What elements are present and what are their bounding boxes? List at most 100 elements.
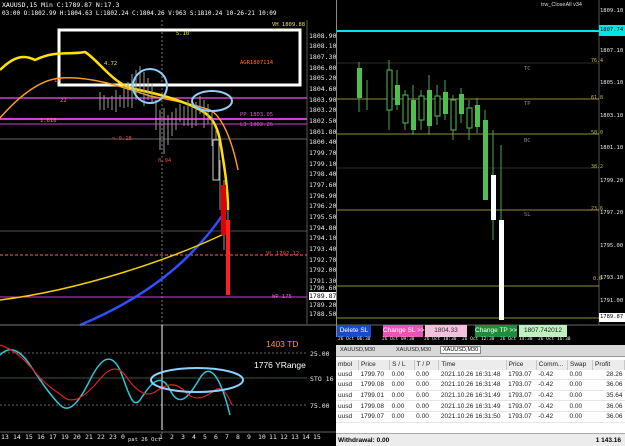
price-tick: 1788.50 (309, 310, 336, 318)
time-tick: 1 (159, 433, 163, 441)
indicator-scale-25: 25.00 (310, 350, 330, 358)
left-price-chart[interactable] (0, 0, 336, 446)
time-tick: 26 Oct 10:30 (424, 337, 457, 342)
left-chart-window[interactable]: XAUUSD,15 Min C:1789.87 N:17.3 03:00 O:1… (0, 0, 336, 446)
time-tick: 0 (121, 433, 125, 441)
tp-value-field[interactable]: 1807.742012 (519, 325, 567, 337)
price-tick: 1800.40 (309, 138, 336, 146)
right-chart-title: trw_CloseAll v34 (541, 2, 582, 8)
price-tick: 1806.00 (309, 64, 336, 72)
cell-price-current: 1793.07 (506, 400, 537, 412)
cell-time: 2021.10.26 16:31:49 (438, 400, 507, 412)
time-tick: 2 (170, 433, 174, 441)
current-price-tag: 1789.87 (600, 314, 624, 320)
column-header[interactable]: mbol (336, 360, 359, 370)
stochastic-main-line (0, 349, 231, 416)
cell-profit: 36.06 (592, 379, 625, 391)
right-price-scale: 1809.10 1807.74 1807.10 1805.10 1803.10 … (600, 0, 625, 325)
cell-time: 2021.10.26 16:31:49 (438, 390, 507, 402)
price-tick: 1802.50 (309, 117, 336, 125)
orders-table-header: mbol Price S / L T / P Time Price Comm..… (336, 360, 625, 370)
cell-price-current: 1793.07 (506, 411, 537, 423)
price-tick: 1794.80 (309, 224, 336, 232)
price-tick: 1807.30 (309, 53, 336, 61)
chart-tabs: XAUUSD,M30 XAUUSD,M30 XAUUSD,M30 (336, 345, 625, 357)
level-tc: TC (524, 66, 531, 72)
table-row[interactable]: uusd 1799.08 0.00 0.00 2021.10.26 16:31:… (336, 400, 625, 412)
left-price-scale: 1808.90 1808.10 1807.30 1806.00 1805.20 … (309, 22, 336, 322)
price-tick: 1799.20 (600, 178, 624, 184)
terminal-footer: Withdrawal: 0.00 1 143.16 (336, 433, 625, 446)
column-header[interactable]: Time (438, 360, 507, 370)
sl-value-field[interactable]: 1804.33 (425, 325, 467, 337)
time-tick-date: pat 26 Oct (128, 437, 162, 443)
indicator-scale-75: 75.00 (310, 402, 330, 410)
wp-label: WP 175 (272, 294, 292, 300)
price-tick: 1797.60 (309, 181, 336, 189)
price-tick: 1803.90 (309, 96, 336, 104)
price-tick: 1797.20 (600, 210, 624, 216)
cell-swap: 0.00 (567, 400, 593, 412)
cell-tp: 0.00 (414, 369, 439, 381)
price-tick: 1796.20 (309, 202, 336, 210)
price-tick: 1805.10 (600, 80, 624, 86)
price-tick: 1801.10 (600, 145, 624, 151)
left-time-axis: 13 14 15 16 17 19 20 21 22 23 0 pat 26 O… (0, 433, 336, 446)
terminal-panel: XAUUSD,M30 XAUUSD,M30 XAUUSD,M30 mbol Pr… (336, 345, 625, 446)
annotation-510: 5.10 (176, 31, 190, 37)
price-tick: 1803.20 (309, 106, 336, 114)
table-row[interactable]: uusd 1799.70 0.00 0.00 2021.10.26 16:31:… (336, 369, 625, 381)
price-tick: 1795.50 (309, 213, 336, 221)
price-tick: 1793.40 (309, 245, 336, 253)
time-tick: 3 (181, 433, 185, 441)
vl-label: VL 1792.12 (266, 251, 300, 257)
column-header[interactable]: S / L (389, 360, 415, 370)
yellow-moving-average (0, 50, 230, 211)
column-header[interactable]: Swap (567, 360, 594, 370)
price-candles (99, 66, 230, 295)
annotation-22: 22 (60, 98, 67, 104)
cell-swap: 0.00 (567, 390, 593, 402)
right-chart-window[interactable]: trw_CloseAll v34 TC TP BC SL 76.4 61.8 5… (336, 0, 625, 340)
column-header[interactable]: Price (358, 360, 391, 370)
cell-price-current: 1793.07 (506, 390, 537, 402)
time-tick: 16 (37, 433, 45, 441)
price-tick: 1805.20 (309, 74, 336, 82)
level-sl: SL (524, 212, 531, 218)
tab-xauusd-m30-2[interactable]: XAUUSD,M30 (396, 347, 431, 353)
right-price-chart[interactable] (337, 0, 625, 340)
price-tick: 1808.10 (309, 42, 336, 50)
orders-table: mbol Price S / L T / P Time Price Comm..… (336, 360, 625, 423)
cell-commission: -0.42 (536, 390, 568, 402)
price-tick: 1798.40 (309, 170, 336, 178)
cell-profit: 36.06 (592, 411, 625, 423)
time-tick: 7 (225, 433, 229, 441)
time-tick: 17 (49, 433, 57, 441)
time-tick: 10 (258, 433, 266, 441)
time-tick: 26 Oct 09:30 (382, 337, 415, 342)
level-tp: TP (524, 101, 531, 107)
change-tp-button[interactable]: Change TP >> (475, 325, 517, 337)
column-header[interactable]: T / P (414, 360, 440, 370)
table-row[interactable]: uusd 1799.07 0.00 0.00 2021.10.26 16:31:… (336, 411, 625, 423)
current-price-tag: 1789.87 (309, 292, 336, 300)
column-header[interactable]: Comm... (536, 360, 569, 370)
cell-sl: 0.00 (389, 400, 415, 412)
td-label: 1403 TD (266, 339, 299, 349)
delete-sl-button[interactable]: Delete SL (337, 325, 371, 337)
tab-xauusd-m30-1[interactable]: XAUUSD,M30 (340, 347, 375, 353)
cell-tp: 0.00 (414, 400, 439, 412)
column-header[interactable]: Price (506, 360, 537, 370)
annotation-472: 4.72 (104, 61, 118, 67)
table-row[interactable]: uusd 1799.01 0.00 0.00 2021.10.26 16:31:… (336, 390, 625, 402)
column-header[interactable]: Profit (592, 360, 625, 370)
table-row[interactable]: uusd 1799.08 0.00 0.00 2021.10.26 16:31:… (336, 379, 625, 391)
time-tick: 22 (97, 433, 105, 441)
price-tick: 1796.90 (309, 192, 336, 200)
cell-swap: 0.00 (567, 369, 593, 381)
cell-profit: 35.64 (592, 390, 625, 402)
change-sl-button[interactable]: Change SL >> (383, 325, 425, 337)
tab-xauusd-m30-3[interactable]: XAUUSD,M30 (440, 346, 482, 354)
price-tick: 1791.00 (600, 298, 624, 304)
cell-symbol: uusd (336, 390, 359, 402)
